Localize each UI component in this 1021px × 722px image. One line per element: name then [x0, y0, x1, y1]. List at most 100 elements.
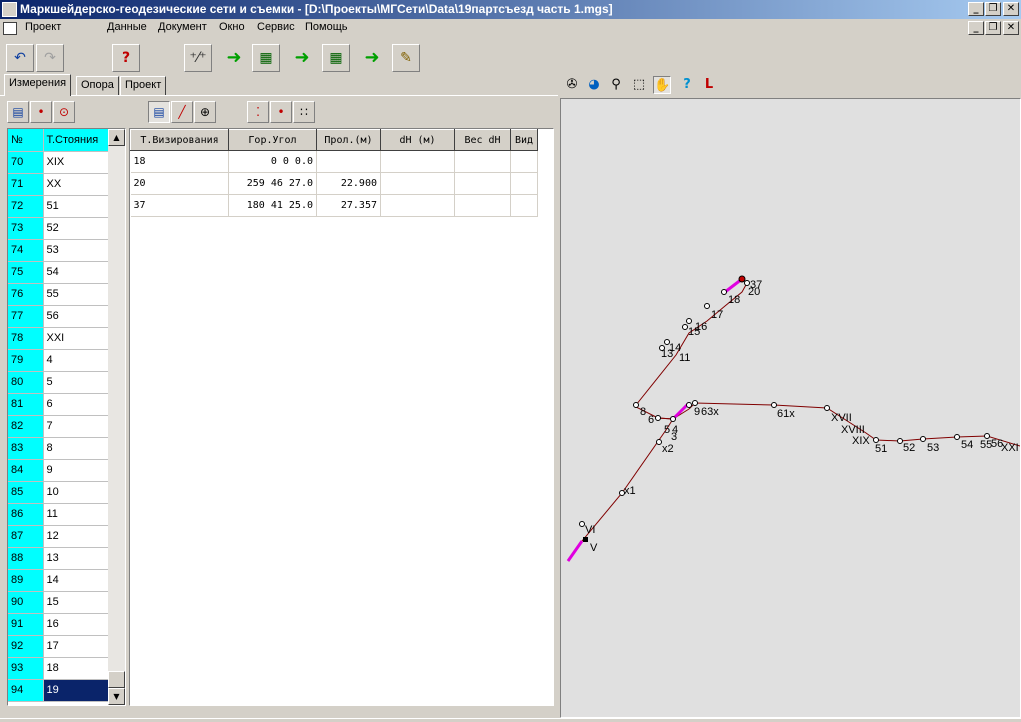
station-cell[interactable]: 55 [43, 283, 109, 306]
row-number[interactable]: 87 [8, 525, 44, 548]
row-number[interactable]: 81 [8, 393, 44, 416]
tab-support[interactable]: Опора [76, 76, 119, 95]
menu-data[interactable]: Данные [107, 21, 147, 33]
row-number[interactable]: 76 [8, 283, 44, 306]
measurement-cell[interactable] [454, 150, 511, 173]
station-cell[interactable]: 13 [43, 547, 109, 570]
doc-restore-button[interactable]: ❐ [985, 21, 1001, 35]
station-cell[interactable]: 11 [43, 503, 109, 526]
col-header-weight[interactable]: Вес dH [454, 129, 511, 151]
measurement-cell[interactable] [510, 194, 538, 217]
station-cell[interactable]: XXI [43, 327, 109, 350]
row-number[interactable]: 72 [8, 195, 44, 218]
row-number[interactable]: 80 [8, 371, 44, 394]
menu-service[interactable]: Сервис [257, 21, 295, 33]
station-scrollbar[interactable]: ▲ ▼ [108, 129, 125, 705]
menu-project[interactable]: Проект [25, 21, 61, 33]
table-row[interactable]: 83 8 [8, 437, 109, 460]
station-cell[interactable]: 51 [43, 195, 109, 218]
col-header-sighting[interactable]: Т.Визирования [130, 129, 229, 151]
measurement-cell[interactable]: 20 [130, 172, 229, 195]
measurement-cell[interactable] [380, 172, 455, 195]
hand-pan-icon[interactable]: ✋ [653, 76, 671, 94]
table-row[interactable]: 20 259 46 27.0 22.900 [130, 172, 538, 195]
table-row[interactable]: 76 55 [8, 283, 109, 306]
table-row[interactable]: 37 180 41 25.0 27.357 [130, 194, 538, 217]
undo-icon[interactable]: ↶ [6, 44, 34, 72]
measurement-cell[interactable] [316, 150, 381, 173]
minimize-button[interactable]: _ [968, 2, 984, 16]
station-cell[interactable]: 7 [43, 415, 109, 438]
document-icon[interactable] [3, 22, 17, 35]
station-cell[interactable]: 15 [43, 591, 109, 614]
magnifier-icon[interactable]: ⚲ [607, 76, 625, 94]
station-cell[interactable]: 19 [43, 679, 109, 702]
row-number[interactable]: 91 [8, 613, 44, 636]
station-cell[interactable]: XX [43, 173, 109, 196]
table-row[interactable]: 71 XX [8, 173, 109, 196]
restore-button[interactable]: ❐ [985, 2, 1001, 16]
redo-icon[interactable]: ↷ [36, 44, 64, 72]
table-row[interactable]: 78 XXI [8, 327, 109, 350]
col-header-station[interactable]: Т.Стояния [43, 129, 109, 152]
station-cell[interactable]: XIX [43, 151, 109, 174]
table-row[interactable]: 88 13 [8, 547, 109, 570]
row-number[interactable]: 92 [8, 635, 44, 658]
grid-points-icon[interactable]: ∷ [293, 101, 315, 123]
table-row[interactable]: 77 56 [8, 305, 109, 328]
scroll-down-icon[interactable]: ▼ [108, 688, 125, 705]
measurement-cell[interactable]: 22.900 [316, 172, 381, 195]
calculator-icon[interactable]: ▦ [252, 44, 280, 72]
help-question-icon[interactable]: ? [678, 76, 696, 94]
station-cell[interactable]: 53 [43, 239, 109, 262]
table-row[interactable]: 80 5 [8, 371, 109, 394]
scroll-up-icon[interactable]: ▲ [108, 129, 125, 146]
measurement-cell[interactable] [380, 150, 455, 173]
adjust-calculator-icon[interactable]: ▦ [322, 44, 350, 72]
col-header-distance[interactable]: Прол.(м) [316, 129, 381, 151]
row-number[interactable]: 77 [8, 305, 44, 328]
doc-minimize-button[interactable]: _ [968, 21, 984, 35]
table-row[interactable]: 85 10 [8, 481, 109, 504]
edit-pencil-icon[interactable]: ✎ [392, 44, 420, 72]
station-cell[interactable]: 52 [43, 217, 109, 240]
table-row[interactable]: 73 52 [8, 217, 109, 240]
tab-measurements[interactable]: Измерения [4, 74, 72, 96]
table-row[interactable]: 92 17 [8, 635, 109, 658]
measurement-cell[interactable] [380, 194, 455, 217]
col-header-dh[interactable]: dH (м) [380, 129, 455, 151]
doc-close-button[interactable]: ✕ [1003, 21, 1019, 35]
row-number[interactable]: 93 [8, 657, 44, 680]
table-row[interactable]: 79 4 [8, 349, 109, 372]
table-row[interactable]: 75 54 [8, 261, 109, 284]
col-header-type[interactable]: Вид [510, 129, 538, 151]
station-cell[interactable]: 8 [43, 437, 109, 460]
close-button[interactable]: ✕ [1003, 2, 1019, 16]
axes-icon[interactable]: L [700, 76, 718, 94]
menu-document[interactable]: Документ [158, 21, 207, 33]
table-row[interactable]: 18 0 0 0.0 [130, 150, 538, 173]
measurement-cell[interactable] [454, 172, 511, 195]
map-view[interactable]: 37 20 18 17 16 15 14 13 11 8 6 5 4 3 9 6… [560, 98, 1021, 718]
measurement-cell[interactable]: 18 [130, 150, 229, 173]
row-number[interactable]: 75 [8, 261, 44, 284]
row-number[interactable]: 70 [8, 151, 44, 174]
globe-icon[interactable]: ◕ [585, 76, 603, 94]
station-cell[interactable]: 54 [43, 261, 109, 284]
scatter-points-icon[interactable]: ⁚ [247, 101, 269, 123]
table-row[interactable]: 81 6 [8, 393, 109, 416]
single-point-icon[interactable]: • [270, 101, 292, 123]
table-row[interactable]: 91 16 [8, 613, 109, 636]
app-icon[interactable] [2, 2, 17, 17]
measurement-cell[interactable] [454, 194, 511, 217]
measurement-cell[interactable]: 259 46 27.0 [228, 172, 317, 195]
table-row[interactable]: 72 51 [8, 195, 109, 218]
row-number[interactable]: 83 [8, 437, 44, 460]
table-row[interactable]: 82 7 [8, 415, 109, 438]
menu-help[interactable]: Помощь [305, 21, 348, 33]
table-row[interactable]: 93 18 [8, 657, 109, 680]
measurement-cell[interactable] [510, 150, 538, 173]
col-header-number[interactable]: № [8, 129, 44, 152]
menu-window[interactable]: Окно [219, 21, 245, 33]
station-cell[interactable]: 4 [43, 349, 109, 372]
